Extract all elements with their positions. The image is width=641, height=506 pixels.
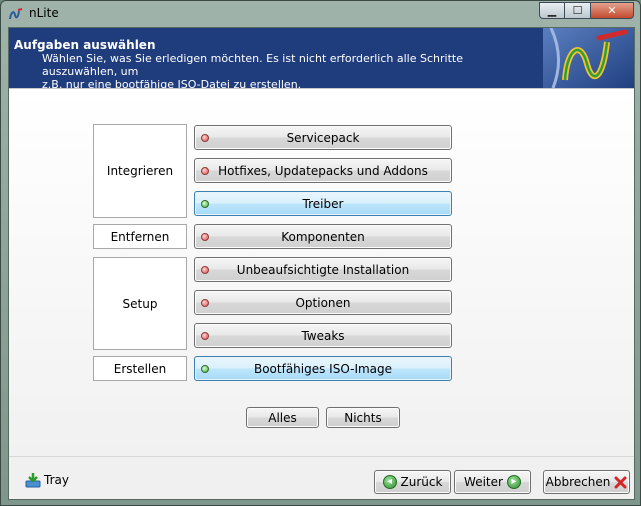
next-button[interactable]: Weiter ▸ [454,470,531,494]
description-line-1: Wählen Sie, was Sie erledigen möchten. E… [42,52,463,78]
nlite-window: nLite ▁ ☐ ✕ Aufgaben auswählen Wählen Si… [0,0,641,506]
minimize-button[interactable]: ▁ [539,2,565,19]
task-label: Treiber [302,197,344,211]
task-button-tweaks[interactable]: Tweaks [194,323,452,348]
group-label-text: Setup [122,296,158,311]
task-label: Optionen [295,296,351,310]
task-button-komponenten[interactable]: Komponenten [194,224,452,249]
nlite-logo [543,28,634,88]
title-bar[interactable]: nLite ▁ ☐ ✕ [1,1,640,27]
task-button-treiber[interactable]: Treiber [194,191,452,216]
minimize-icon: ▁ [547,4,557,17]
group-label-entfernen: Entfernen [93,224,187,249]
tray-button[interactable]: Tray [25,472,69,488]
close-button[interactable]: ✕ [591,2,634,19]
next-arrow-icon: ▸ [506,475,521,489]
task-label: Komponenten [281,230,365,244]
task-button-optionen[interactable]: Optionen [194,290,452,315]
back-arrow-icon: ◂ [382,475,397,489]
task-label: Unbeaufsichtigte Installation [236,263,410,277]
task-label: Bootfähiges ISO-Image [253,362,393,376]
tray-download-icon [25,473,41,488]
group-label-integrieren: Integrieren [93,124,187,218]
tray-label: Tray [44,473,69,487]
group-label-text: Erstellen [113,361,167,376]
header-banner: Aufgaben auswählen Wählen Sie, was Sie e… [9,28,634,91]
next-label: Weiter [464,475,503,489]
nlite-app-icon [9,8,23,20]
cancel-label: Abbrechen [545,475,611,489]
select-none-label: Nichts [344,410,382,425]
back-button[interactable]: ◂ Zurück [374,470,451,494]
page-title: Aufgaben auswählen [14,38,156,52]
maximize-button[interactable]: ☐ [565,2,591,19]
task-label: Hotfixes, Updatepacks und Addons [218,164,428,178]
task-button-servicepack[interactable]: Servicepack [194,125,452,150]
maximize-icon: ☐ [572,4,583,17]
select-none-button[interactable]: Nichts [326,407,400,428]
cancel-x-icon [614,476,627,488]
back-label: Zurück [400,475,443,489]
client-area: Aufgaben auswählen Wählen Sie, was Sie e… [8,27,635,500]
select-all-button[interactable]: Alles [246,407,319,428]
group-label-setup: Setup [93,257,187,350]
task-label: Tweaks [301,329,345,343]
close-icon: ✕ [607,4,617,17]
footer-bar: Tray ◂ Zurück Weiter ▸ Abbrechen [9,456,634,499]
group-label-erstellen: Erstellen [93,356,187,381]
task-label: Servicepack [286,131,360,145]
group-label-text: Entfernen [110,229,170,244]
caption-buttons: ▁ ☐ ✕ [539,2,634,19]
cancel-button[interactable]: Abbrechen [543,470,630,494]
task-button-unattended[interactable]: Unbeaufsichtigte Installation [194,257,452,282]
task-button-hotfixes[interactable]: Hotfixes, Updatepacks und Addons [194,158,452,183]
group-label-text: Integrieren [106,164,174,178]
task-selection-area: Integrieren Entfernen Setup Erstellen Se… [9,88,634,456]
task-button-bootable-iso[interactable]: Bootfähiges ISO-Image [194,356,452,381]
page-description: Wählen Sie, was Sie erledigen möchten. E… [42,52,522,91]
window-title: nLite [29,6,59,20]
select-all-label: Alles [268,410,297,425]
